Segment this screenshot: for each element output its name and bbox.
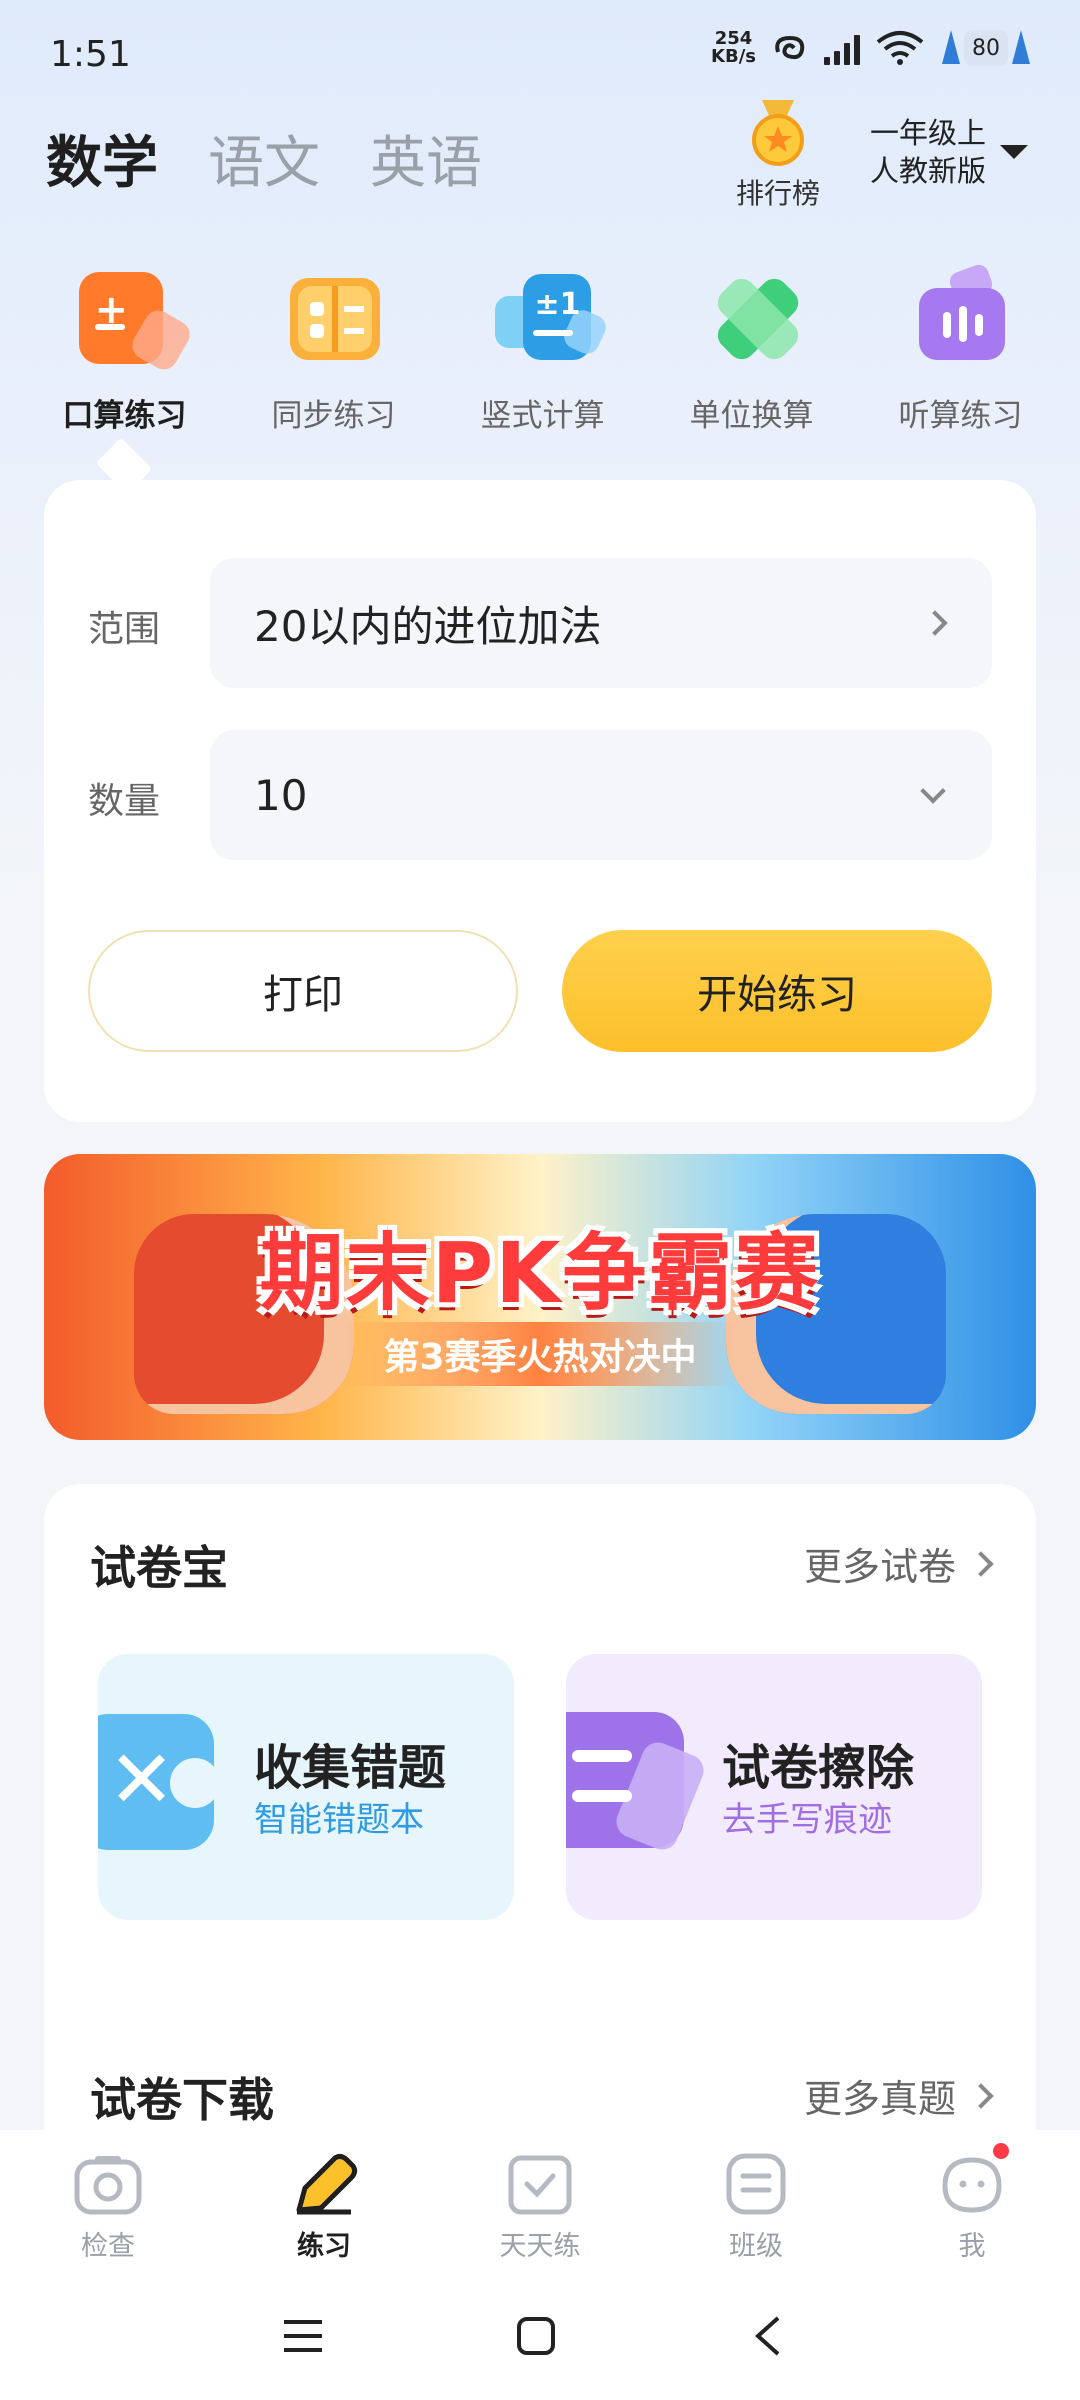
collect-mistakes-tile[interactable]: ✕ 收集错题 智能错题本 (98, 1654, 514, 1920)
network-speed-unit: KB/s (711, 46, 756, 67)
nav-me[interactable]: 我 (864, 2130, 1080, 2276)
tab-math[interactable]: 数学 (46, 118, 158, 199)
feature-label: 单位换算 (689, 398, 814, 434)
status-time: 1:51 (50, 34, 131, 75)
tab-chinese[interactable]: 语文 (208, 118, 320, 199)
camera-icon (74, 2156, 142, 2215)
feature-label: 同步练习 (271, 398, 396, 434)
calc-icon: + (65, 268, 195, 378)
mistake-book-icon: ✕ (98, 1714, 220, 1854)
nav-label: 检查 (81, 2231, 135, 2262)
audio-icon (901, 262, 1021, 378)
caret-down-icon (1000, 145, 1029, 159)
more-exams-link[interactable]: 更多真题 (803, 2068, 994, 2123)
menu-icon[interactable] (282, 2318, 324, 2354)
battery-icon: 80 (940, 28, 1032, 68)
battery-level: 80 (964, 30, 1008, 66)
grade-selector[interactable]: 一年级上 人教新版 (870, 114, 1029, 190)
status-icons: 254 KB/s 80 (711, 28, 1032, 68)
paper-section-title: 试卷宝 (90, 1541, 228, 1595)
chevron-right-icon (968, 2082, 994, 2109)
feature-listening-calc[interactable]: 听算练习 (857, 262, 1064, 435)
nav-check[interactable]: 检查 (0, 2130, 216, 2276)
pencil-icon (296, 2153, 358, 2215)
home-icon[interactable] (516, 2316, 556, 2356)
tile-subtitle: 智能错题本 (254, 1800, 424, 1840)
range-selector[interactable]: 20以内的进位加法 (210, 558, 992, 688)
ruler-icon (692, 268, 812, 378)
leaderboard-button[interactable]: 排行榜 (728, 100, 828, 212)
range-value: 20以内的进位加法 (254, 601, 602, 651)
nav-label: 班级 (729, 2231, 783, 2262)
profile-face-icon (942, 2157, 1002, 2213)
nav-label: 我 (958, 2231, 986, 2262)
nav-class[interactable]: 班级 (648, 2130, 864, 2276)
tile-title: 收集错题 (254, 1740, 447, 1796)
vertical-calc-icon: ±1 (483, 268, 610, 378)
notification-dot (990, 2140, 1012, 2162)
subject-tabs: 数学 语文 英语 (46, 118, 482, 199)
class-list-icon (726, 2153, 786, 2215)
erase-handwriting-tile[interactable]: 试卷擦除 去手写痕迹 (566, 1654, 982, 1920)
promo-banner[interactable]: 期末PK争霸赛 第3赛季火热对决中 (44, 1154, 1036, 1440)
back-icon[interactable] (752, 2314, 782, 2358)
nav-daily[interactable]: 天天练 (432, 2130, 648, 2276)
feature-row: + 口算练习 同步练习 ±1 竖式计算 单位换算 听算练习 (0, 262, 1080, 435)
download-section-title: 试卷下载 (90, 2073, 274, 2127)
print-button[interactable]: 打印 (88, 930, 518, 1052)
calendar-check-icon (508, 2155, 572, 2215)
wifi-icon (876, 31, 924, 65)
tree-icon (942, 30, 960, 64)
tree-icon (1012, 30, 1030, 64)
eraser-icon (566, 1712, 716, 1862)
grade-level: 一年级上 (870, 116, 987, 150)
tile-subtitle: 去手写痕迹 (722, 1800, 892, 1840)
more-papers-link[interactable]: 更多试卷 (803, 1536, 994, 1591)
more-papers-label: 更多试卷 (803, 1545, 956, 1589)
network-speed: 254 KB/s (711, 30, 756, 66)
feature-sync-practice[interactable]: 同步练习 (230, 268, 437, 435)
banner-title: 期末PK争霸赛 (259, 1224, 821, 1322)
nav-label: 练习 (297, 2231, 351, 2262)
count-label: 数量 (88, 781, 161, 822)
count-selector[interactable]: 10 (210, 730, 992, 860)
tab-english[interactable]: 英语 (370, 118, 482, 199)
banner-subtitle: 第3赛季火热对决中 (343, 1322, 737, 1386)
feature-oral-calc[interactable]: + 口算练习 (21, 268, 228, 435)
leaderboard-label: 排行榜 (735, 177, 820, 210)
system-nav-bar (0, 2276, 1080, 2400)
feature-unit-conversion[interactable]: 单位换算 (648, 268, 855, 435)
grade-text: 一年级上 人教新版 (870, 114, 986, 190)
textbook-edition: 人教新版 (870, 154, 987, 188)
signal-icon (824, 31, 860, 65)
count-value: 10 (254, 770, 308, 820)
more-exams-label: 更多真题 (803, 2077, 956, 2121)
feature-label: 口算练习 (62, 398, 187, 434)
range-label: 范围 (88, 609, 161, 650)
feature-label: 听算练习 (898, 398, 1023, 434)
book-icon (274, 268, 394, 378)
hotspot-icon (775, 35, 805, 60)
feature-label: 竖式计算 (480, 398, 605, 434)
chevron-right-icon (922, 610, 948, 636)
medal-icon (752, 100, 804, 166)
tile-title: 试卷擦除 (722, 1740, 915, 1796)
start-practice-button[interactable]: 开始练习 (562, 930, 992, 1052)
status-bar: 1:51 254 KB/s 80 (0, 0, 1080, 110)
nav-practice[interactable]: 练习 (216, 2130, 432, 2276)
bottom-nav: 检查 练习 天天练 班级 我 (0, 2130, 1080, 2276)
chevron-down-icon (920, 778, 946, 804)
practice-settings-card: 范围 20以内的进位加法 数量 10 打印 开始练习 (44, 480, 1036, 1122)
nav-label: 天天练 (499, 2231, 581, 2262)
chevron-right-icon (968, 1550, 994, 1577)
feature-vertical-calc[interactable]: ±1 竖式计算 (439, 268, 646, 435)
